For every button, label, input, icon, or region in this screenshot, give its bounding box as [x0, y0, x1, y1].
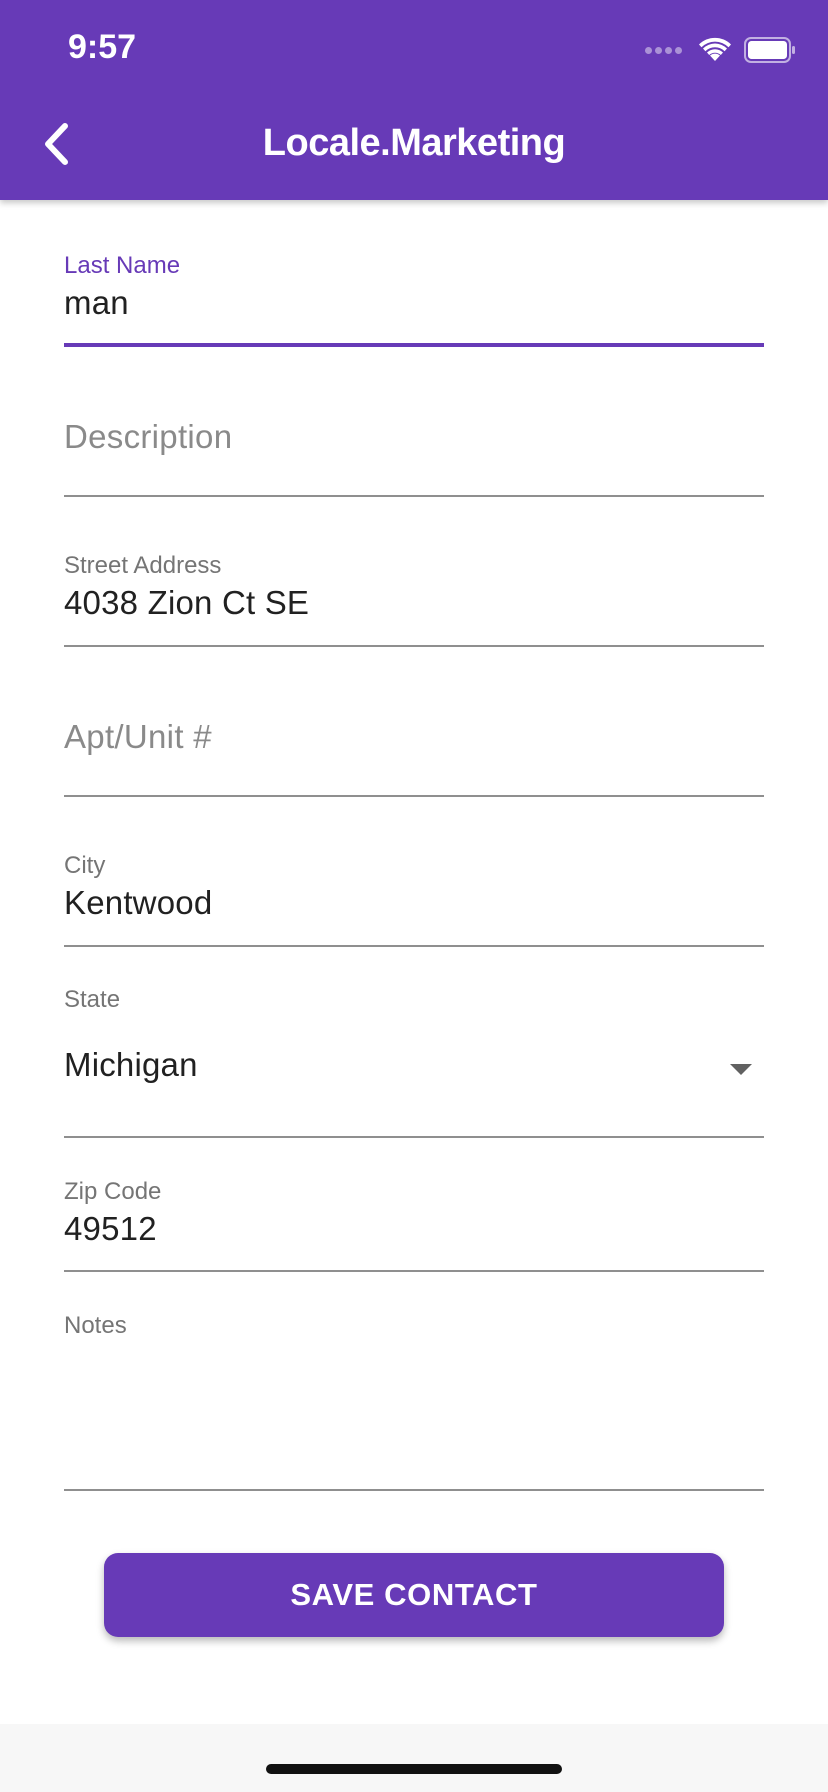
street-address-value[interactable]: 4038 Zion Ct SE — [64, 584, 309, 622]
description-underline — [64, 495, 764, 497]
description-placeholder[interactable]: Description — [64, 418, 232, 456]
zip-code-value[interactable]: 49512 — [64, 1210, 157, 1248]
status-icons — [645, 36, 796, 64]
description-field[interactable]: Description — [64, 350, 764, 500]
apt-unit-placeholder[interactable]: Apt/Unit # — [64, 718, 212, 756]
home-indicator[interactable] — [266, 1764, 562, 1774]
state-selected-value[interactable]: Michigan — [64, 1046, 198, 1084]
state-label: State — [64, 986, 121, 1013]
status-time: 9:57 — [68, 28, 137, 66]
city-field[interactable]: City Kentwood — [64, 800, 764, 950]
dropdown-arrow-icon[interactable] — [730, 1064, 752, 1075]
zip-code-field[interactable]: Zip Code 49512 — [64, 1140, 764, 1272]
city-value[interactable]: Kentwood — [64, 884, 212, 922]
city-label: City — [64, 852, 106, 879]
notes-underline — [64, 1489, 764, 1491]
last-name-field[interactable]: Last Name man — [64, 200, 764, 350]
notes-field[interactable]: Notes — [64, 1270, 764, 1491]
street-address-label: Street Address — [64, 552, 222, 579]
battery-icon — [744, 37, 795, 63]
last-name-label: Last Name — [64, 252, 181, 279]
city-underline — [64, 945, 764, 947]
state-dropdown[interactable]: State Michigan — [64, 950, 764, 1140]
save-contact-button[interactable]: SAVE CONTACT — [104, 1553, 724, 1637]
zip-code-label: Zip Code — [64, 1178, 162, 1205]
bottom-safe-area — [0, 1724, 828, 1792]
last-name-value[interactable]: man — [64, 284, 129, 322]
app-bar: 9:57 Locale.Marketing — [0, 0, 828, 200]
street-address-underline — [64, 645, 764, 647]
signal-icon — [645, 46, 682, 54]
state-underline — [64, 1136, 764, 1138]
last-name-underline — [64, 343, 764, 347]
street-address-field[interactable]: Street Address 4038 Zion Ct SE — [64, 500, 764, 650]
apt-unit-field[interactable]: Apt/Unit # — [64, 650, 764, 800]
wifi-icon — [699, 37, 731, 61]
apt-unit-underline — [64, 795, 764, 797]
page-title: Locale.Marketing — [262, 122, 566, 164]
notes-label: Notes — [64, 1312, 127, 1339]
